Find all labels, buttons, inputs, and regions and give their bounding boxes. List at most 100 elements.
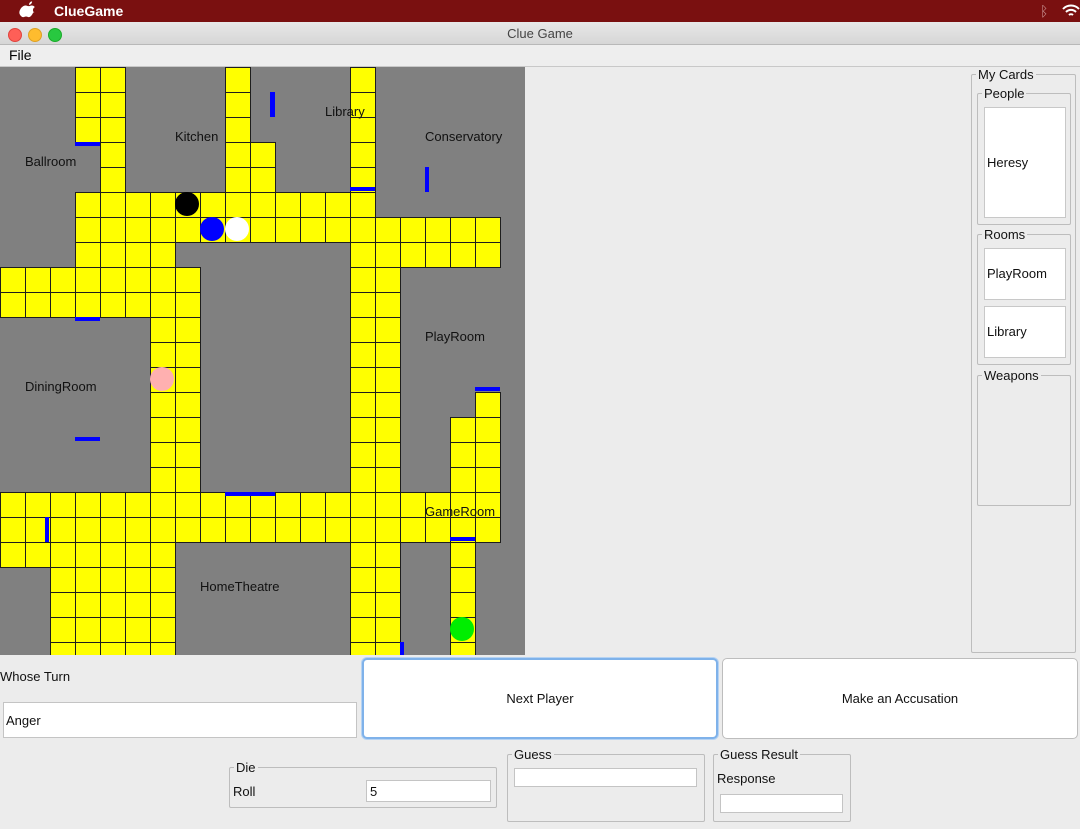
- walkway-cell[interactable]: [74, 516, 101, 543]
- walkway-cell[interactable]: [99, 116, 126, 143]
- walkway-cell[interactable]: [199, 516, 226, 543]
- walkway-cell[interactable]: [149, 591, 176, 618]
- walkway-cell[interactable]: [174, 416, 201, 443]
- walkway-cell[interactable]: [249, 141, 276, 168]
- walkway-cell[interactable]: [324, 216, 351, 243]
- walkway-cell[interactable]: [374, 241, 401, 268]
- walkway-cell[interactable]: [74, 67, 101, 93]
- walkway-cell[interactable]: [349, 591, 376, 618]
- walkway-cell[interactable]: [74, 591, 101, 618]
- walkway-cell[interactable]: [399, 241, 426, 268]
- walkway-cell[interactable]: [374, 541, 401, 568]
- walkway-cell[interactable]: [49, 266, 76, 293]
- walkway-cell[interactable]: [224, 516, 251, 543]
- walkway-cell[interactable]: [224, 141, 251, 168]
- walkway-cell[interactable]: [349, 266, 376, 293]
- walkway-cell[interactable]: [474, 466, 501, 493]
- walkway-cell[interactable]: [24, 291, 51, 318]
- walkway-cell[interactable]: [99, 541, 126, 568]
- walkway-cell[interactable]: [274, 491, 301, 518]
- walkway-cell[interactable]: [49, 491, 76, 518]
- walkway-cell[interactable]: [449, 241, 476, 268]
- walkway-cell[interactable]: [124, 591, 151, 618]
- walkway-cell[interactable]: [374, 616, 401, 643]
- walkway-cell[interactable]: [349, 616, 376, 643]
- walkway-cell[interactable]: [374, 416, 401, 443]
- walkway-cell[interactable]: [324, 516, 351, 543]
- walkway-cell[interactable]: [124, 291, 151, 318]
- file-menu[interactable]: File: [9, 47, 32, 63]
- walkway-cell[interactable]: [174, 341, 201, 368]
- walkway-cell[interactable]: [99, 591, 126, 618]
- walkway-cell[interactable]: [174, 491, 201, 518]
- walkway-cell[interactable]: [374, 391, 401, 418]
- walkway-cell[interactable]: [474, 516, 501, 543]
- walkway-cell[interactable]: [74, 266, 101, 293]
- walkway-cell[interactable]: [374, 591, 401, 618]
- walkway-cell[interactable]: [349, 191, 376, 218]
- walkway-cell[interactable]: [449, 416, 476, 443]
- walkway-cell[interactable]: [349, 441, 376, 468]
- walkway-cell[interactable]: [299, 216, 326, 243]
- walkway-cell[interactable]: [199, 491, 226, 518]
- walkway-cell[interactable]: [174, 316, 201, 343]
- walkway-cell[interactable]: [149, 616, 176, 643]
- walkway-cell[interactable]: [174, 391, 201, 418]
- walkway-cell[interactable]: [374, 466, 401, 493]
- walkway-cell[interactable]: [99, 191, 126, 218]
- walkway-cell[interactable]: [99, 516, 126, 543]
- walkway-cell[interactable]: [349, 291, 376, 318]
- walkway-cell[interactable]: [474, 216, 501, 243]
- walkway-cell[interactable]: [349, 366, 376, 393]
- walkway-cell[interactable]: [74, 641, 101, 655]
- walkway-cell[interactable]: [174, 291, 201, 318]
- walkway-cell[interactable]: [124, 541, 151, 568]
- walkway-cell[interactable]: [349, 566, 376, 593]
- walkway-cell[interactable]: [349, 67, 376, 93]
- walkway-cell[interactable]: [0, 266, 26, 293]
- walkway-cell[interactable]: [49, 641, 76, 655]
- player-token[interactable]: [225, 217, 249, 241]
- walkway-cell[interactable]: [324, 191, 351, 218]
- walkway-cell[interactable]: [149, 566, 176, 593]
- walkway-cell[interactable]: [124, 241, 151, 268]
- response-field[interactable]: [720, 794, 843, 813]
- walkway-cell[interactable]: [124, 266, 151, 293]
- walkway-cell[interactable]: [149, 391, 176, 418]
- apple-icon[interactable]: [18, 1, 38, 21]
- walkway-cell[interactable]: [124, 216, 151, 243]
- walkway-cell[interactable]: [99, 566, 126, 593]
- walkway-cell[interactable]: [99, 491, 126, 518]
- player-token[interactable]: [175, 192, 199, 216]
- walkway-cell[interactable]: [124, 641, 151, 655]
- walkway-cell[interactable]: [274, 516, 301, 543]
- walkway-cell[interactable]: [349, 516, 376, 543]
- roll-field[interactable]: 5: [366, 780, 491, 802]
- walkway-cell[interactable]: [349, 341, 376, 368]
- walkway-cell[interactable]: [24, 491, 51, 518]
- walkway-cell[interactable]: [74, 291, 101, 318]
- walkway-cell[interactable]: [149, 516, 176, 543]
- walkway-cell[interactable]: [99, 166, 126, 193]
- walkway-cell[interactable]: [374, 216, 401, 243]
- walkway-cell[interactable]: [149, 441, 176, 468]
- walkway-cell[interactable]: [449, 466, 476, 493]
- walkway-cell[interactable]: [374, 316, 401, 343]
- walkway-cell[interactable]: [349, 316, 376, 343]
- walkway-cell[interactable]: [474, 441, 501, 468]
- app-name[interactable]: ClueGame: [54, 3, 123, 19]
- bluetooth-icon[interactable]: ᛒ: [1040, 3, 1048, 19]
- walkway-cell[interactable]: [149, 466, 176, 493]
- walkway-cell[interactable]: [449, 591, 476, 618]
- walkway-cell[interactable]: [474, 241, 501, 268]
- walkway-cell[interactable]: [449, 641, 476, 655]
- walkway-cell[interactable]: [199, 191, 226, 218]
- walkway-cell[interactable]: [174, 466, 201, 493]
- walkway-cell[interactable]: [124, 566, 151, 593]
- walkway-cell[interactable]: [149, 541, 176, 568]
- walkway-cell[interactable]: [349, 391, 376, 418]
- walkway-cell[interactable]: [74, 191, 101, 218]
- walkway-cell[interactable]: [99, 91, 126, 118]
- walkway-cell[interactable]: [149, 341, 176, 368]
- walkway-cell[interactable]: [249, 516, 276, 543]
